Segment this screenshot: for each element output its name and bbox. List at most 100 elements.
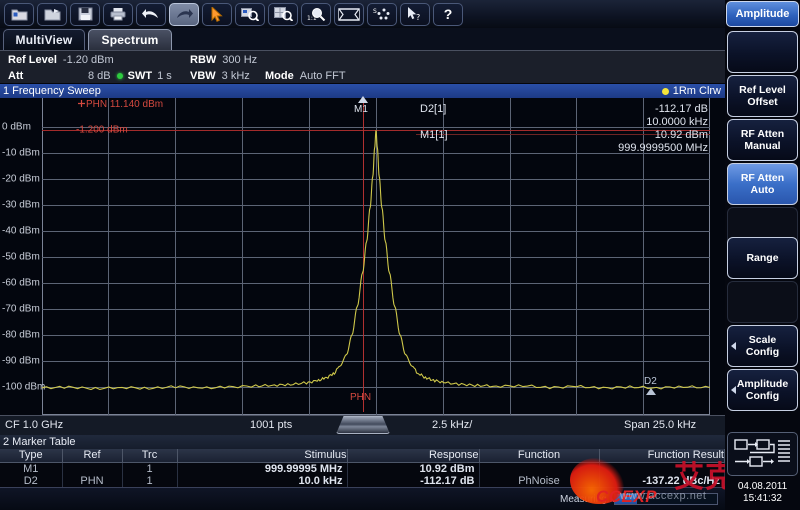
submenu-arrow-icon	[731, 386, 736, 394]
table-row[interactable]: D2 PHN 1 10.0 kHz -112.17 dB PhNoise -13…	[0, 475, 725, 487]
system-datetime: 04.08.2011 15:41:32	[725, 481, 800, 505]
y-axis-label-70: -70 dBm	[2, 304, 40, 315]
softkey-label-line1: RF Atten	[741, 172, 784, 184]
marker-table-header-row: Type Ref Trc Stimulus Response Function …	[0, 449, 725, 462]
marker-table[interactable]: Type Ref Trc Stimulus Response Function …	[0, 449, 725, 486]
select-pointer-icon[interactable]	[202, 3, 232, 26]
y-axis-label-60: -60 dBm	[2, 278, 40, 289]
row-m1-trc: 1	[122, 462, 177, 475]
swt-label: SWT	[128, 70, 152, 82]
vbw-label: VBW	[190, 70, 216, 82]
swt-value[interactable]: 1 s	[157, 70, 172, 82]
row-m1-result	[599, 462, 725, 475]
open-file-icon[interactable]	[4, 3, 34, 26]
channel-tab-bar: MultiView Spectrum	[0, 28, 725, 50]
att-value[interactable]: 8 dB	[88, 70, 111, 82]
per-division-label[interactable]: 2.5 kHz/	[432, 419, 472, 431]
rbw-label: RBW	[190, 54, 216, 66]
softkey-label-line1: RF Atten	[741, 128, 784, 140]
save-file-icon[interactable]	[37, 3, 67, 26]
y-axis-label-0: 0 dBm	[2, 122, 31, 133]
trace-legend[interactable]: 1Rm Clrw	[662, 84, 721, 98]
tab-spectrum[interactable]: Spectrum	[88, 29, 172, 50]
main-toolbar: 1:1 S ? ?	[0, 0, 725, 28]
trace-curve	[42, 98, 710, 415]
redo-icon[interactable]	[169, 3, 199, 26]
softkey-ref-level[interactable]	[727, 31, 798, 73]
undo-icon[interactable]	[136, 3, 166, 26]
save-icon[interactable]	[70, 3, 100, 26]
att-label: Att	[8, 70, 23, 82]
trace-legend-label: 1Rm Clrw	[673, 85, 721, 97]
softkey-ref-level-offset[interactable]: Ref Level Offset	[727, 75, 798, 117]
softkey-label: Range	[746, 252, 778, 264]
row-d2-response: -112.17 dB	[347, 475, 479, 487]
row-d2-function: PhNoise	[479, 475, 599, 487]
row-m1-response: 10.92 dBm	[347, 462, 479, 475]
softkey-rf-atten-manual[interactable]: RF Atten Manual	[727, 119, 798, 161]
marker-table-title-bar[interactable]: 2 Marker Table	[0, 435, 725, 449]
softkey-label-line2: Manual	[744, 140, 780, 152]
help-icon[interactable]: ?	[433, 3, 463, 26]
y-axis-label-40: -40 dBm	[2, 226, 40, 237]
y-axis-label-90: -90 dBm	[2, 356, 40, 367]
measuring-status: Measuring...	[560, 494, 615, 505]
col-header-function: Function	[479, 449, 599, 462]
sequencer-icon[interactable]: S	[367, 3, 397, 26]
row-m1-function	[479, 462, 599, 475]
y-axis-label-10: -10 dBm	[2, 148, 40, 159]
softkey-empty-2	[727, 281, 798, 323]
y-axis-label-100: -100 dBm	[2, 382, 45, 393]
svg-text:?: ?	[416, 13, 420, 21]
zoom-icon[interactable]	[235, 3, 265, 26]
softkey-range[interactable]: Range	[727, 237, 798, 279]
col-header-function-result: Function Result	[599, 449, 725, 462]
softkey-label-line2: Offset	[747, 96, 777, 108]
row-m1-stimulus: 999.99995 MHz	[177, 462, 347, 475]
y-axis-label-50: -50 dBm	[2, 252, 40, 263]
svg-text:S: S	[373, 8, 377, 15]
sweep-points-label[interactable]: 1001 pts	[250, 419, 292, 431]
softkey-menu-title[interactable]: Amplitude	[726, 1, 799, 27]
softkey-amplitude-config[interactable]: Amplitude Config	[727, 369, 798, 411]
table-row[interactable]: M1 1 999.99995 MHz 10.92 dBm	[0, 462, 725, 475]
tab-multiview[interactable]: MultiView	[3, 29, 85, 50]
zoom-1to1-icon[interactable]: 1:1	[301, 3, 331, 26]
ref-level-label: Ref Level	[8, 54, 57, 66]
multi-zoom-icon[interactable]	[268, 3, 298, 26]
softkey-label-line1: Ref Level	[739, 84, 786, 96]
span-label[interactable]: Span 25.0 kHz	[624, 419, 696, 431]
ref-level-value[interactable]: -1.20 dBm	[63, 54, 114, 66]
marker-table-title: 2 Marker Table	[3, 436, 76, 448]
sequence-diagram-icon[interactable]	[727, 432, 798, 476]
mode-value[interactable]: Auto FFT	[300, 70, 346, 82]
rbw-value[interactable]: 300 Hz	[222, 54, 257, 66]
full-screen-icon[interactable]	[334, 3, 364, 26]
center-frequency-label[interactable]: CF 1.0 GHz	[5, 419, 63, 431]
softkey-label-line1: Amplitude	[737, 378, 788, 390]
trace-color-dot-icon	[662, 88, 669, 95]
col-header-ref: Ref	[62, 449, 122, 462]
channel-info-bar: Ref Level -1.20 dBm Att 8 dB SWT 1 s RBW…	[0, 50, 725, 83]
row-d2-trc: 1	[122, 475, 177, 487]
row-d2-type: D2	[0, 475, 62, 487]
y-axis-label-20: -20 dBm	[2, 174, 40, 185]
whats-this-icon[interactable]: ?	[400, 3, 430, 26]
submenu-arrow-icon	[731, 342, 736, 350]
measurement-progress-bar	[614, 493, 718, 505]
softkey-scale-config[interactable]: Scale Config	[727, 325, 798, 367]
print-icon[interactable]	[103, 3, 133, 26]
col-header-type: Type	[0, 449, 62, 462]
instrument-screen: 1:1 S ? ? MultiView Spectrum Ref Level -…	[0, 0, 800, 510]
diagram-title: 1 Frequency Sweep	[3, 85, 101, 97]
system-time: 15:41:32	[725, 493, 800, 505]
col-header-stimulus: Stimulus	[177, 449, 347, 462]
softkey-label-line2: Config	[746, 390, 779, 402]
mode-label: Mode	[265, 70, 294, 82]
softkey-rf-atten-auto[interactable]: RF Atten Auto	[727, 163, 798, 205]
y-axis-label-30: -30 dBm	[2, 200, 40, 211]
plot-resize-handle[interactable]	[336, 416, 390, 434]
spectrum-plot[interactable]: 0 dBm -10 dBm -20 dBm -30 dBm -40 dBm -5…	[0, 98, 725, 415]
auto-att-indicator-icon	[117, 73, 123, 79]
vbw-value[interactable]: 3 kHz	[222, 70, 250, 82]
